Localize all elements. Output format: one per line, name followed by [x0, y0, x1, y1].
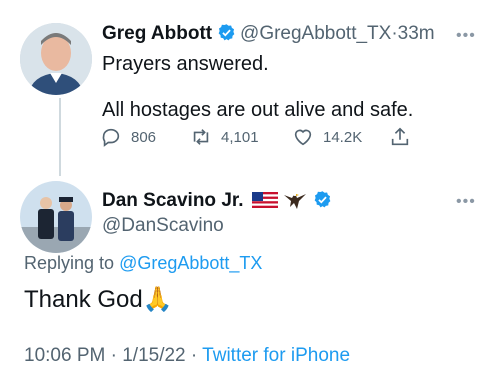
thread-line: [59, 98, 61, 176]
reply-icon: [102, 128, 120, 147]
us-flag-icon: [251, 192, 278, 208]
tweet1-header: Greg Abbott @GregAbbott_TX·33m: [102, 23, 435, 45]
more-options-icon[interactable]: •••: [456, 193, 476, 211]
tweet2-header: Dan Scavino Jr.: [102, 189, 332, 212]
tweet1-display-name[interactable]: Greg Abbott: [102, 23, 212, 44]
verified-badge-icon: [218, 24, 234, 41]
tweet2-time[interactable]: 10:06 PM: [24, 345, 105, 366]
share-button[interactable]: [389, 126, 411, 148]
replying-to-handle[interactable]: @GregAbbott_TX: [119, 253, 262, 273]
eagle-icon: [284, 192, 307, 209]
folded-hands-emoji: 🙏: [142, 286, 173, 313]
replying-to-prefix: Replying to: [24, 253, 115, 273]
verified-badge-icon: [314, 191, 331, 208]
tweet2-body: Thank God🙏: [24, 285, 173, 315]
reply-button[interactable]: 806: [100, 126, 156, 148]
tweet1-handle[interactable]: @GregAbbott_TX: [240, 23, 391, 44]
tweet1-time[interactable]: 33m: [398, 23, 435, 44]
tweet2-source[interactable]: Twitter for iPhone: [202, 345, 350, 366]
share-icon: [391, 127, 409, 146]
retweet-button[interactable]: 4,101: [190, 126, 259, 148]
tweet1-line1: Prayers answered.: [102, 53, 269, 75]
tweet2-body-text: Thank God: [24, 286, 143, 313]
retweet-count: 4,101: [221, 128, 259, 146]
like-button[interactable]: 14.2K: [292, 126, 362, 148]
replying-to: Replying to @GregAbbott_TX: [24, 253, 262, 274]
avatar-greg-abbott[interactable]: [20, 23, 92, 95]
reply-count: 806: [131, 128, 157, 146]
user-photo-avatar-icon: [20, 23, 92, 95]
tweet-timestamp: 10:06 PM · 1/15/22 · Twitter for iPhone: [24, 345, 350, 367]
tweet1-line2: All hostages are out alive and safe.: [102, 99, 414, 121]
user-photo-avatar-icon: [20, 181, 92, 253]
meta-dot: ·: [190, 345, 198, 366]
like-count: 14.2K: [323, 128, 363, 146]
more-options-icon[interactable]: •••: [456, 27, 476, 45]
tweet2-date[interactable]: 1/15/22: [122, 345, 185, 366]
heart-icon: [294, 129, 312, 146]
meta-dot: ·: [110, 345, 117, 366]
tweet2-display-name[interactable]: Dan Scavino Jr.: [102, 190, 244, 211]
avatar-dan-scavino[interactable]: [20, 181, 92, 253]
tweet2-handle[interactable]: @DanScavino: [102, 215, 224, 237]
retweet-icon: [193, 129, 209, 145]
